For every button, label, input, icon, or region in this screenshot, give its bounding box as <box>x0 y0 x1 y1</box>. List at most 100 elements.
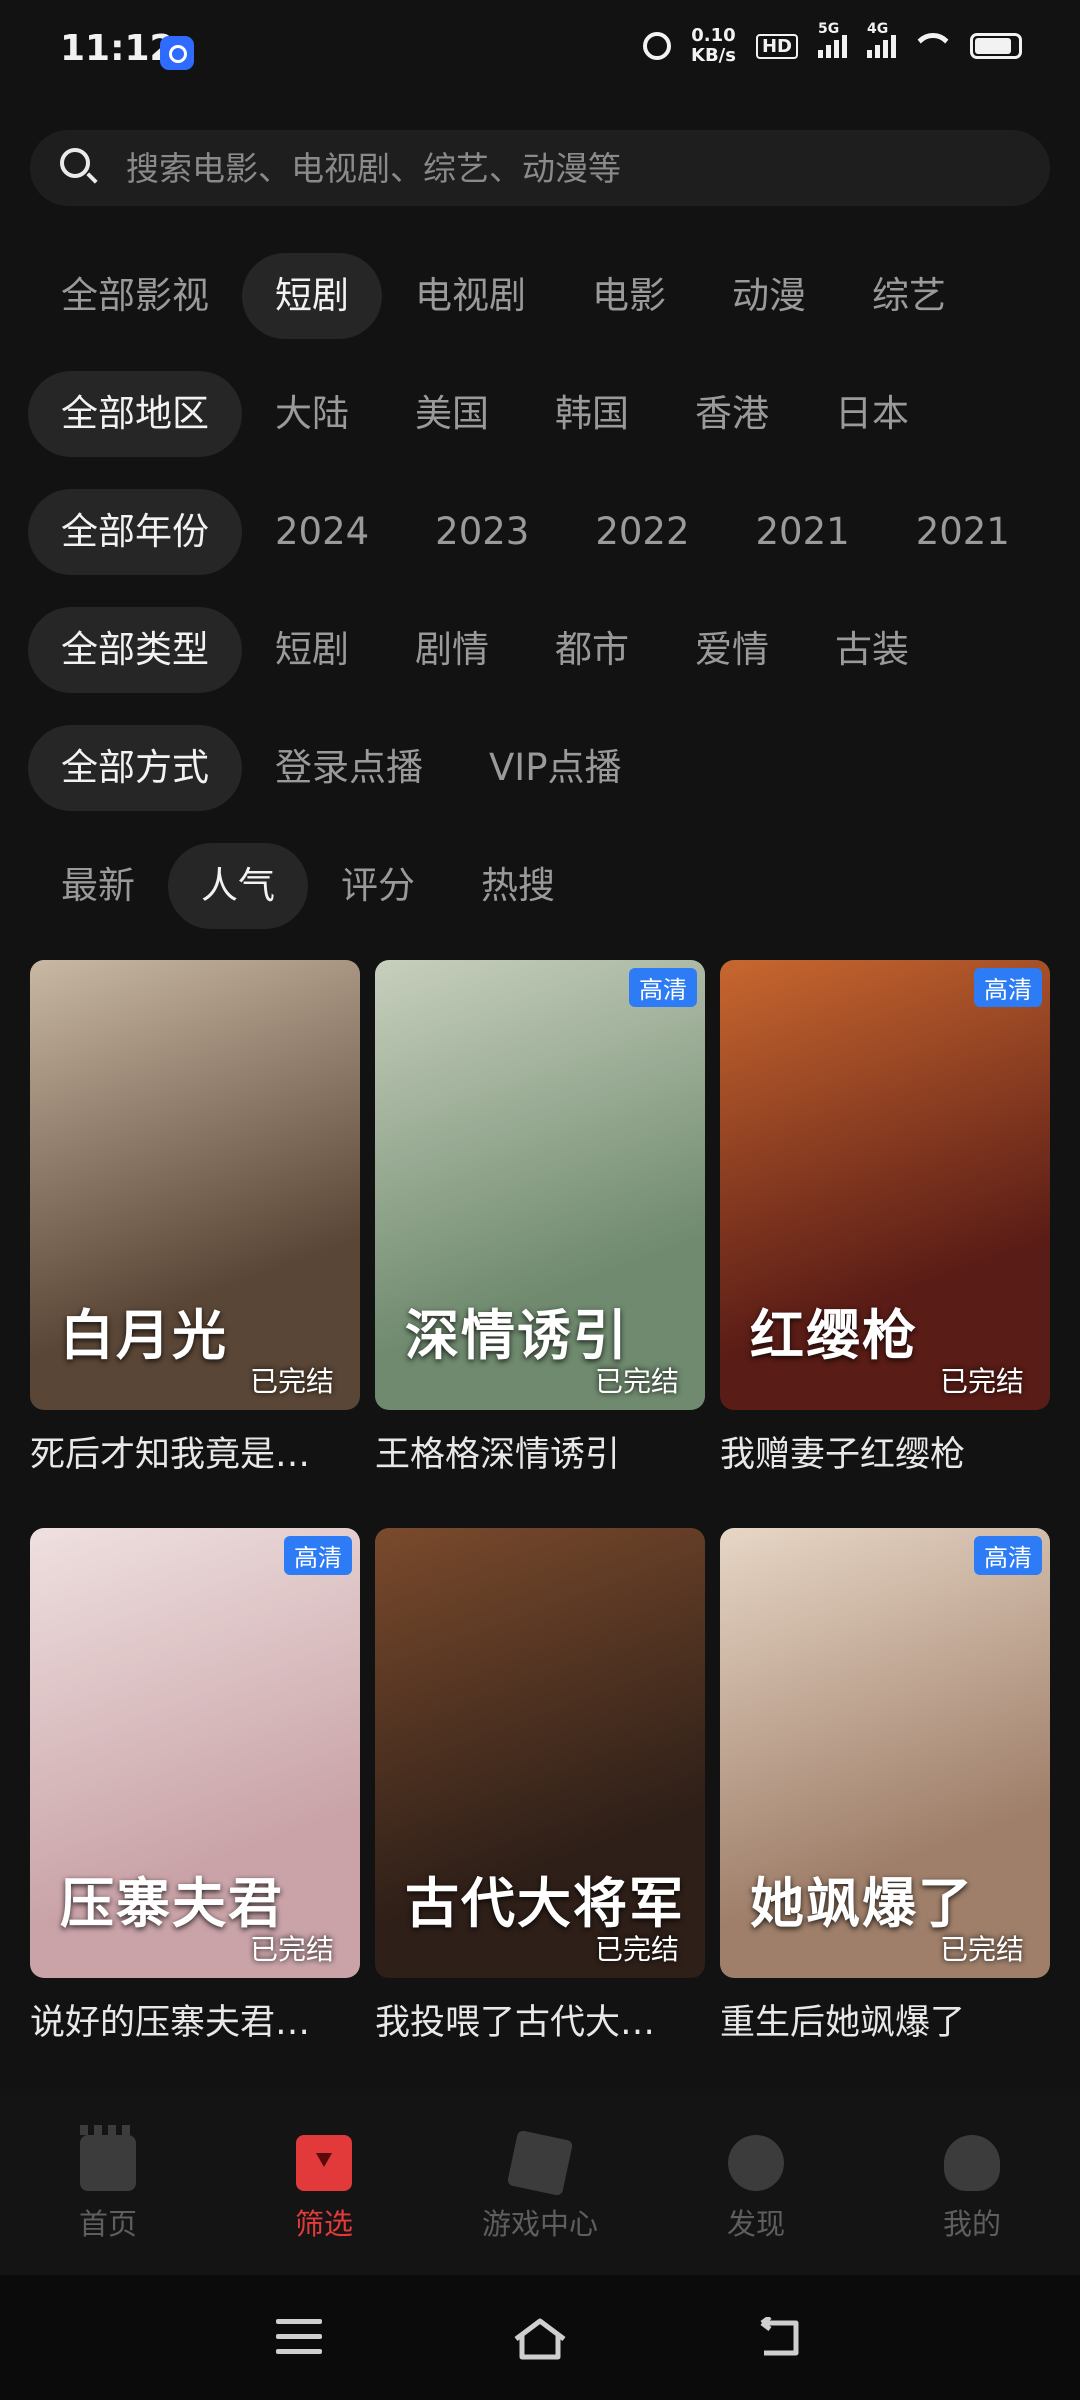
filter-icon <box>296 2135 352 2191</box>
region-chip[interactable]: 全部地区 <box>28 371 242 457</box>
drama-card[interactable]: 她飒爆了 高清已完结重生后她飒爆了 <box>720 1528 1050 2045</box>
nav-home[interactable]: 首页 <box>0 2095 216 2275</box>
system-nav-bar <box>0 2275 1080 2400</box>
region-chip[interactable]: 香港 <box>662 371 802 457</box>
sort-chip[interactable]: 热搜 <box>448 843 588 929</box>
poster-title-art: 白月光 <box>60 1303 228 1367</box>
genre-chip[interactable]: 古装 <box>802 607 942 693</box>
poster-image[interactable]: 她飒爆了 高清已完结 <box>720 1528 1050 1978</box>
genre-chip[interactable]: 短剧 <box>242 607 382 693</box>
year-chip[interactable]: 2021 <box>723 489 883 575</box>
genre-chip[interactable]: 剧情 <box>382 607 522 693</box>
wifi-icon <box>916 33 950 59</box>
region-chip[interactable]: 日本 <box>802 371 942 457</box>
completion-status: 已完结 <box>594 1933 679 1966</box>
region-filter-row: 全部地区 大陆 美国 韩国 香港 日本 <box>28 370 942 458</box>
sort-filter-row: 最新 人气 评分 热搜 <box>28 842 588 930</box>
drama-title[interactable]: 我投喂了古代大… <box>375 1994 705 2045</box>
genre-chip[interactable]: 爱情 <box>662 607 802 693</box>
completion-status: 已完结 <box>249 1933 334 1966</box>
poster-image[interactable]: 压寨夫君 高清已完结 <box>30 1528 360 1978</box>
genre-chip[interactable]: 都市 <box>522 607 662 693</box>
drama-card[interactable]: 白月光 已完结死后才知我竟是… <box>30 960 360 1477</box>
poster-title-art: 红缨枪 <box>750 1303 918 1367</box>
category-chip[interactable]: 电视剧 <box>382 253 559 339</box>
alarm-icon <box>643 32 672 60</box>
poster-image[interactable]: 古代大将军 已完结 <box>375 1528 705 1978</box>
region-chip[interactable]: 美国 <box>382 371 522 457</box>
completion-status: 已完结 <box>939 1933 1024 1966</box>
clock: 11:12 <box>60 28 175 69</box>
drama-title[interactable]: 王格格深情诱引 <box>375 1426 705 1477</box>
hd-badge: 高清 <box>974 968 1042 1007</box>
poster-title-art: 深情诱引 <box>405 1303 629 1367</box>
drama-title[interactable]: 说好的压寨夫君… <box>30 1994 360 2045</box>
nav-label: 筛选 <box>294 2207 353 2241</box>
category-chip[interactable]: 全部影视 <box>28 253 242 339</box>
category-chip[interactable]: 综艺 <box>839 253 979 339</box>
poster-image[interactable]: 红缨枪 高清已完结 <box>720 960 1050 1410</box>
year-filter-row: 全部年份 2024 2023 2022 2021 2021 <box>28 488 1043 576</box>
completion-status: 已完结 <box>939 1365 1024 1398</box>
nav-label: 游戏中心 <box>481 2207 598 2241</box>
drama-card[interactable]: 深情诱引 高清已完结王格格深情诱引 <box>375 960 705 1477</box>
drama-card[interactable]: 压寨夫君 高清已完结说好的压寨夫君… <box>30 1528 360 2045</box>
search-input[interactable] <box>124 147 1008 189</box>
poster-image[interactable]: 深情诱引 高清已完结 <box>375 960 705 1410</box>
poster-title-art: 古代大将军 <box>405 1871 685 1935</box>
nav-profile[interactable]: 我的 <box>864 2095 1080 2275</box>
category-chip[interactable]: 电影 <box>559 253 699 339</box>
region-chip[interactable]: 大陆 <box>242 371 382 457</box>
poster-title-art: 她飒爆了 <box>750 1871 974 1935</box>
poster-title-art: 压寨夫君 <box>60 1871 284 1935</box>
home-button-icon[interactable] <box>512 2317 568 2361</box>
drama-title[interactable]: 重生后她飒爆了 <box>720 1994 1050 2045</box>
nav-label: 我的 <box>942 2207 1001 2241</box>
nav-discover[interactable]: 发现 <box>648 2095 864 2275</box>
signal-5g-icon: 5G <box>818 21 847 58</box>
genre-filter-row: 全部类型 短剧 剧情 都市 爱情 古装 <box>28 606 942 694</box>
nav-label: 发现 <box>726 2207 785 2241</box>
year-chip[interactable]: 2024 <box>242 489 402 575</box>
home-icon <box>80 2125 136 2191</box>
sort-chip[interactable]: 评分 <box>308 843 448 929</box>
hd-badge: 高清 <box>629 968 697 1007</box>
drama-title[interactable]: 死后才知我竟是… <box>30 1426 360 1477</box>
status-bar: 11:12 0.10 KB/s HD 5G 4G <box>0 0 1080 110</box>
year-chip[interactable]: 全部年份 <box>28 489 242 575</box>
nav-game-center[interactable]: 游戏中心 <box>432 2095 648 2275</box>
nav-filter[interactable]: 筛选 <box>216 2095 432 2275</box>
year-chip[interactable]: 2023 <box>402 489 562 575</box>
game-center-icon <box>506 2129 574 2197</box>
year-chip[interactable]: 2021 <box>883 489 1043 575</box>
year-chip[interactable]: 2022 <box>562 489 722 575</box>
hd-badge: 高清 <box>284 1536 352 1575</box>
poster-image[interactable]: 白月光 已完结 <box>30 960 360 1410</box>
drama-title[interactable]: 我赠妻子红缨枪 <box>720 1426 1050 1477</box>
sort-chip[interactable]: 人气 <box>168 843 308 929</box>
category-chip[interactable]: 动漫 <box>699 253 839 339</box>
discover-icon <box>728 2135 784 2191</box>
mode-chip[interactable]: 登录点播 <box>242 725 456 811</box>
recent-apps-icon[interactable] <box>276 2319 322 2355</box>
nav-label: 首页 <box>78 2207 137 2241</box>
mode-chip[interactable]: 全部方式 <box>28 725 242 811</box>
bottom-nav: 首页 筛选 游戏中心 发现 我的 <box>0 2095 1080 2275</box>
hd-badge: 高清 <box>974 1536 1042 1575</box>
completion-status: 已完结 <box>594 1365 679 1398</box>
category-filter-row: 全部影视 短剧 电视剧 电影 动漫 综艺 <box>28 252 979 340</box>
sort-chip[interactable]: 最新 <box>28 843 168 929</box>
completion-status: 已完结 <box>249 1365 334 1398</box>
search-icon <box>58 146 102 190</box>
genre-chip[interactable]: 全部类型 <box>28 607 242 693</box>
battery-icon <box>970 33 1022 59</box>
signal-4g-icon: 4G <box>867 21 896 58</box>
search-bar[interactable] <box>30 130 1050 206</box>
drama-card[interactable]: 红缨枪 高清已完结我赠妻子红缨枪 <box>720 960 1050 1477</box>
mode-chip[interactable]: VIP点播 <box>456 725 655 811</box>
back-button-icon[interactable] <box>756 2317 804 2357</box>
network-speed: 0.10 KB/s <box>691 25 736 66</box>
drama-card[interactable]: 古代大将军 已完结我投喂了古代大… <box>375 1528 705 2045</box>
category-chip[interactable]: 短剧 <box>242 253 382 339</box>
region-chip[interactable]: 韩国 <box>522 371 662 457</box>
